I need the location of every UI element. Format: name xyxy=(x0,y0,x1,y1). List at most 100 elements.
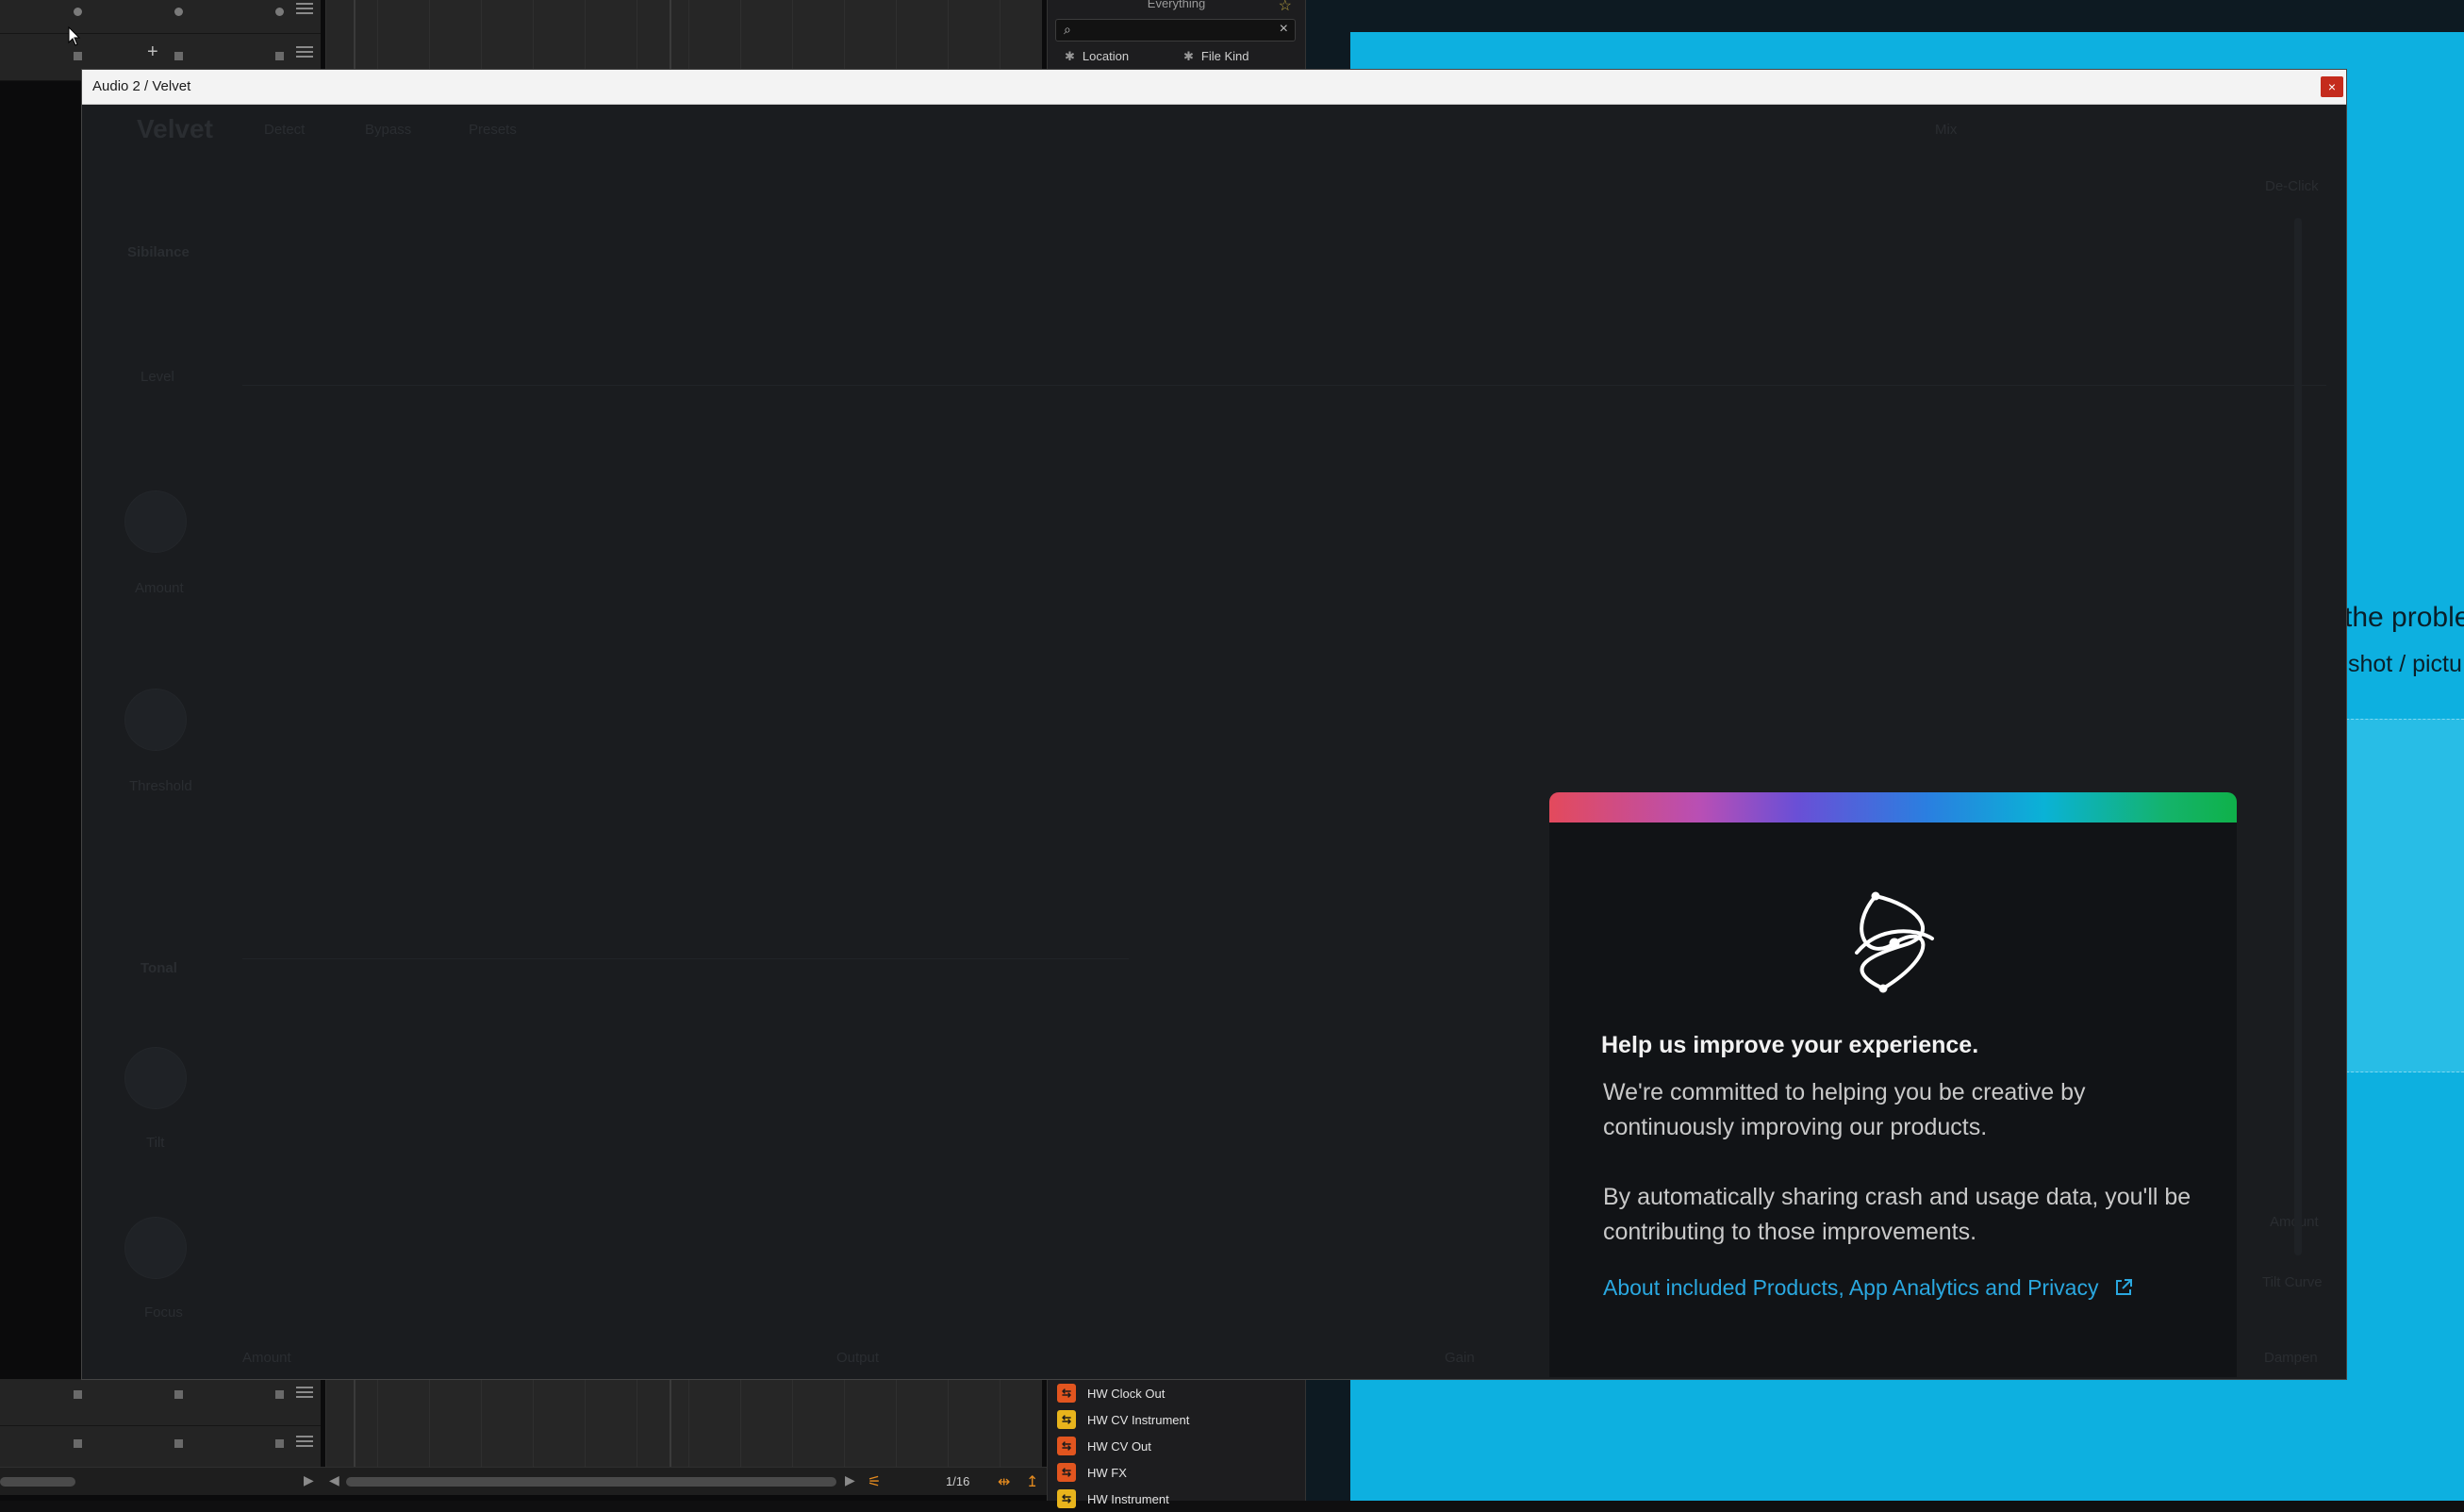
device-icon: ⇆ xyxy=(1057,1437,1076,1455)
tonal-divider xyxy=(242,958,1129,959)
preset-selector[interactable]: Presets xyxy=(469,122,517,138)
timeline-scrollbar[interactable] xyxy=(346,1477,836,1487)
browser-search-input[interactable]: ⌕ × xyxy=(1055,19,1296,42)
stop-icon[interactable] xyxy=(74,52,82,60)
focus-knob[interactable] xyxy=(125,1218,186,1278)
device-icon: ⇆ xyxy=(1057,1489,1076,1508)
tilt-label: Tilt xyxy=(146,1135,165,1151)
transport-bar: ▶ ◀ ▶ ⚟ 1/16 ⇹ ↥ xyxy=(0,1467,1047,1495)
stop-icon[interactable] xyxy=(74,1390,82,1399)
record-arm-icon[interactable] xyxy=(74,8,82,16)
snap-icon[interactable]: ⚟ xyxy=(868,1472,881,1491)
list-item[interactable]: ⇆ HW CV Out xyxy=(1048,1433,1305,1459)
filter-location[interactable]: ✱ Location xyxy=(1065,49,1129,64)
solo-icon[interactable] xyxy=(275,8,284,16)
horizontal-scrollbar[interactable] xyxy=(0,1477,75,1487)
mouse-cursor-icon xyxy=(68,26,81,46)
background-subtext: shot / pictu xyxy=(2348,651,2462,677)
right-tilt-label: Tilt Curve xyxy=(2262,1274,2323,1290)
bottom-amount-label: Amount xyxy=(242,1350,291,1366)
stop-icon[interactable] xyxy=(74,1439,82,1448)
focus-label: Focus xyxy=(144,1304,183,1321)
window-title: Audio 2 / Velvet xyxy=(92,78,191,94)
list-item-label: HW CV Out xyxy=(1087,1438,1151,1454)
dialog-paragraph: We're committed to helping you be creati… xyxy=(1603,1079,2086,1140)
clear-search-icon[interactable]: × xyxy=(1280,21,1288,38)
stop-icon[interactable] xyxy=(174,52,183,60)
privacy-link[interactable]: About included Products, App Analytics a… xyxy=(1603,1275,2133,1301)
amount-label: Amount xyxy=(135,580,184,596)
amount-knob[interactable] xyxy=(125,491,186,552)
threshold-knob[interactable] xyxy=(125,690,186,750)
filter-file-kind[interactable]: ✱ File Kind xyxy=(1183,49,1249,64)
window-titlebar[interactable]: Audio 2 / Velvet × xyxy=(82,70,2346,105)
track-row[interactable] xyxy=(0,0,321,34)
mix-label: Mix xyxy=(1935,122,1958,138)
track-menu-icon[interactable] xyxy=(296,1433,313,1452)
app-logo-icon xyxy=(1855,891,1934,993)
stop-icon[interactable] xyxy=(275,1439,284,1448)
threshold-label: Threshold xyxy=(129,778,192,794)
scroll-right-icon[interactable]: ▶ xyxy=(845,1472,855,1488)
dialog-title: Help us improve your experience. xyxy=(1601,1032,1979,1058)
tilt-knob[interactable] xyxy=(125,1048,186,1108)
grid-value[interactable]: 1/16 xyxy=(946,1474,969,1488)
filter-label: Location xyxy=(1082,49,1130,63)
analytics-dialog: Help us improve your experience. We're c… xyxy=(1549,792,2237,1377)
level-section: Level xyxy=(141,369,174,385)
stop-icon[interactable] xyxy=(174,1390,183,1399)
privacy-link-label: About included Products, App Analytics a… xyxy=(1603,1275,2099,1300)
browser-list: ⇆ HW Clock Out ⇆ HW CV Instrument ⇆ HW CV O… xyxy=(1048,1380,1305,1512)
bottom-gain-label: Gain xyxy=(1445,1350,1475,1366)
device-icon: ⇆ xyxy=(1057,1384,1076,1403)
external-link-icon xyxy=(2115,1279,2132,1295)
list-item-label: HW Clock Out xyxy=(1087,1386,1166,1401)
plugin-brand: Velvet xyxy=(137,114,213,143)
list-item-label: HW FX xyxy=(1087,1465,1127,1480)
track-menu-icon[interactable] xyxy=(296,0,313,19)
scroll-left-icon[interactable]: ◀ xyxy=(329,1472,339,1488)
list-item[interactable]: ⇆ HW CV Instrument xyxy=(1048,1406,1305,1433)
dialog-paragraph: By automatically sharing crash and usage… xyxy=(1603,1184,2191,1245)
search-icon: ⌕ xyxy=(1064,22,1071,37)
arranger-grid-top[interactable] xyxy=(325,0,1042,70)
list-item[interactable]: ⇆ HW Clock Out xyxy=(1048,1380,1305,1406)
list-item[interactable]: ⇆ HW Instrument xyxy=(1048,1486,1305,1512)
track-headers-bottom xyxy=(0,1379,321,1473)
monitor-icon[interactable] xyxy=(174,8,183,16)
stop-icon[interactable] xyxy=(275,1390,284,1399)
device-icon: ⇆ xyxy=(1057,1463,1076,1482)
play-arrow-icon[interactable]: ▶ xyxy=(304,1472,314,1488)
track-headers-top: + xyxy=(0,0,321,81)
tonal-section: Tonal xyxy=(141,960,177,976)
grid-mode-icon[interactable]: ⇹ xyxy=(998,1472,1010,1491)
track-menu-icon[interactable] xyxy=(296,43,313,62)
list-item[interactable]: ⇆ HW FX xyxy=(1048,1459,1305,1486)
list-item-label: HW Instrument xyxy=(1087,1491,1169,1506)
close-button[interactable]: × xyxy=(2321,76,2343,97)
background-heading: the proble xyxy=(2344,602,2464,633)
adaptive-grid-icon[interactable]: ↥ xyxy=(1026,1472,1038,1491)
sibilance-section: Sibilance xyxy=(127,244,190,260)
background-dropzone xyxy=(2346,719,2464,1072)
track-menu-icon[interactable] xyxy=(296,1384,313,1403)
arranger-grid-bottom[interactable] xyxy=(325,1379,1042,1468)
gradient-header xyxy=(1549,792,2237,822)
browser-title: Everything xyxy=(1147,0,1206,10)
right-dampen-label: Dampen xyxy=(2264,1350,2318,1366)
device-icon: ⇆ xyxy=(1057,1410,1076,1429)
filter-label: File Kind xyxy=(1200,49,1249,63)
detect-button[interactable]: Detect xyxy=(264,122,305,138)
stop-icon[interactable] xyxy=(275,52,284,60)
de-click-meter[interactable] xyxy=(2294,218,2302,1255)
de-click-label: De-Click xyxy=(2265,178,2319,194)
bypass-button[interactable]: Bypass xyxy=(365,122,411,138)
track-row[interactable] xyxy=(0,1379,321,1426)
asterisk-icon: ✱ xyxy=(1065,49,1075,63)
bottom-output-label: Output xyxy=(836,1350,880,1366)
asterisk-icon: ✱ xyxy=(1183,49,1194,63)
add-track-icon[interactable]: + xyxy=(147,42,158,63)
list-item-label: HW CV Instrument xyxy=(1087,1412,1190,1427)
stop-icon[interactable] xyxy=(174,1439,183,1448)
favorite-star-icon[interactable]: ☆ xyxy=(1279,0,1292,15)
